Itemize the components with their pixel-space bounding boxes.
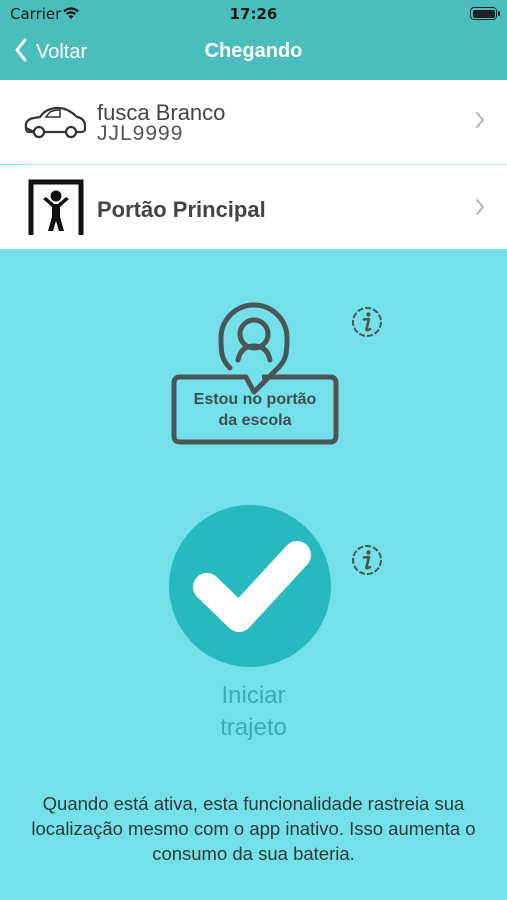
status-bar: Carrier 17:26	[0, 0, 507, 28]
checkmark-icon	[193, 541, 311, 632]
page-title: Chegando	[204, 40, 303, 62]
chevron-right-icon	[475, 111, 485, 133]
vehicle-row[interactable]: fusca Branco JJL9999	[0, 80, 507, 164]
vehicle-plate: JJL9999	[97, 122, 184, 145]
clock: 17:26	[229, 5, 278, 23]
start-route-button[interactable]	[169, 505, 331, 667]
navigation-bar: Voltar Chegando	[0, 28, 507, 80]
at-school-gate-button[interactable]: Estou no portão da escola	[170, 300, 340, 448]
gate-person-icon	[28, 179, 84, 239]
battery-icon	[470, 7, 500, 20]
info-icon[interactable]	[351, 306, 383, 338]
start-route-label[interactable]: Iniciar trajeto	[0, 680, 507, 744]
battery-warning-text: Quando está ativa, esta funcionalidade r…	[31, 793, 476, 864]
car-icon	[22, 104, 88, 144]
chevron-right-icon	[475, 198, 485, 220]
at-school-gate-label: Estou no portão da escola	[193, 391, 317, 429]
gate-name: Portão Principal	[97, 197, 266, 222]
gate-row[interactable]: Portão Principal	[0, 165, 507, 249]
info-icon[interactable]	[351, 544, 383, 576]
